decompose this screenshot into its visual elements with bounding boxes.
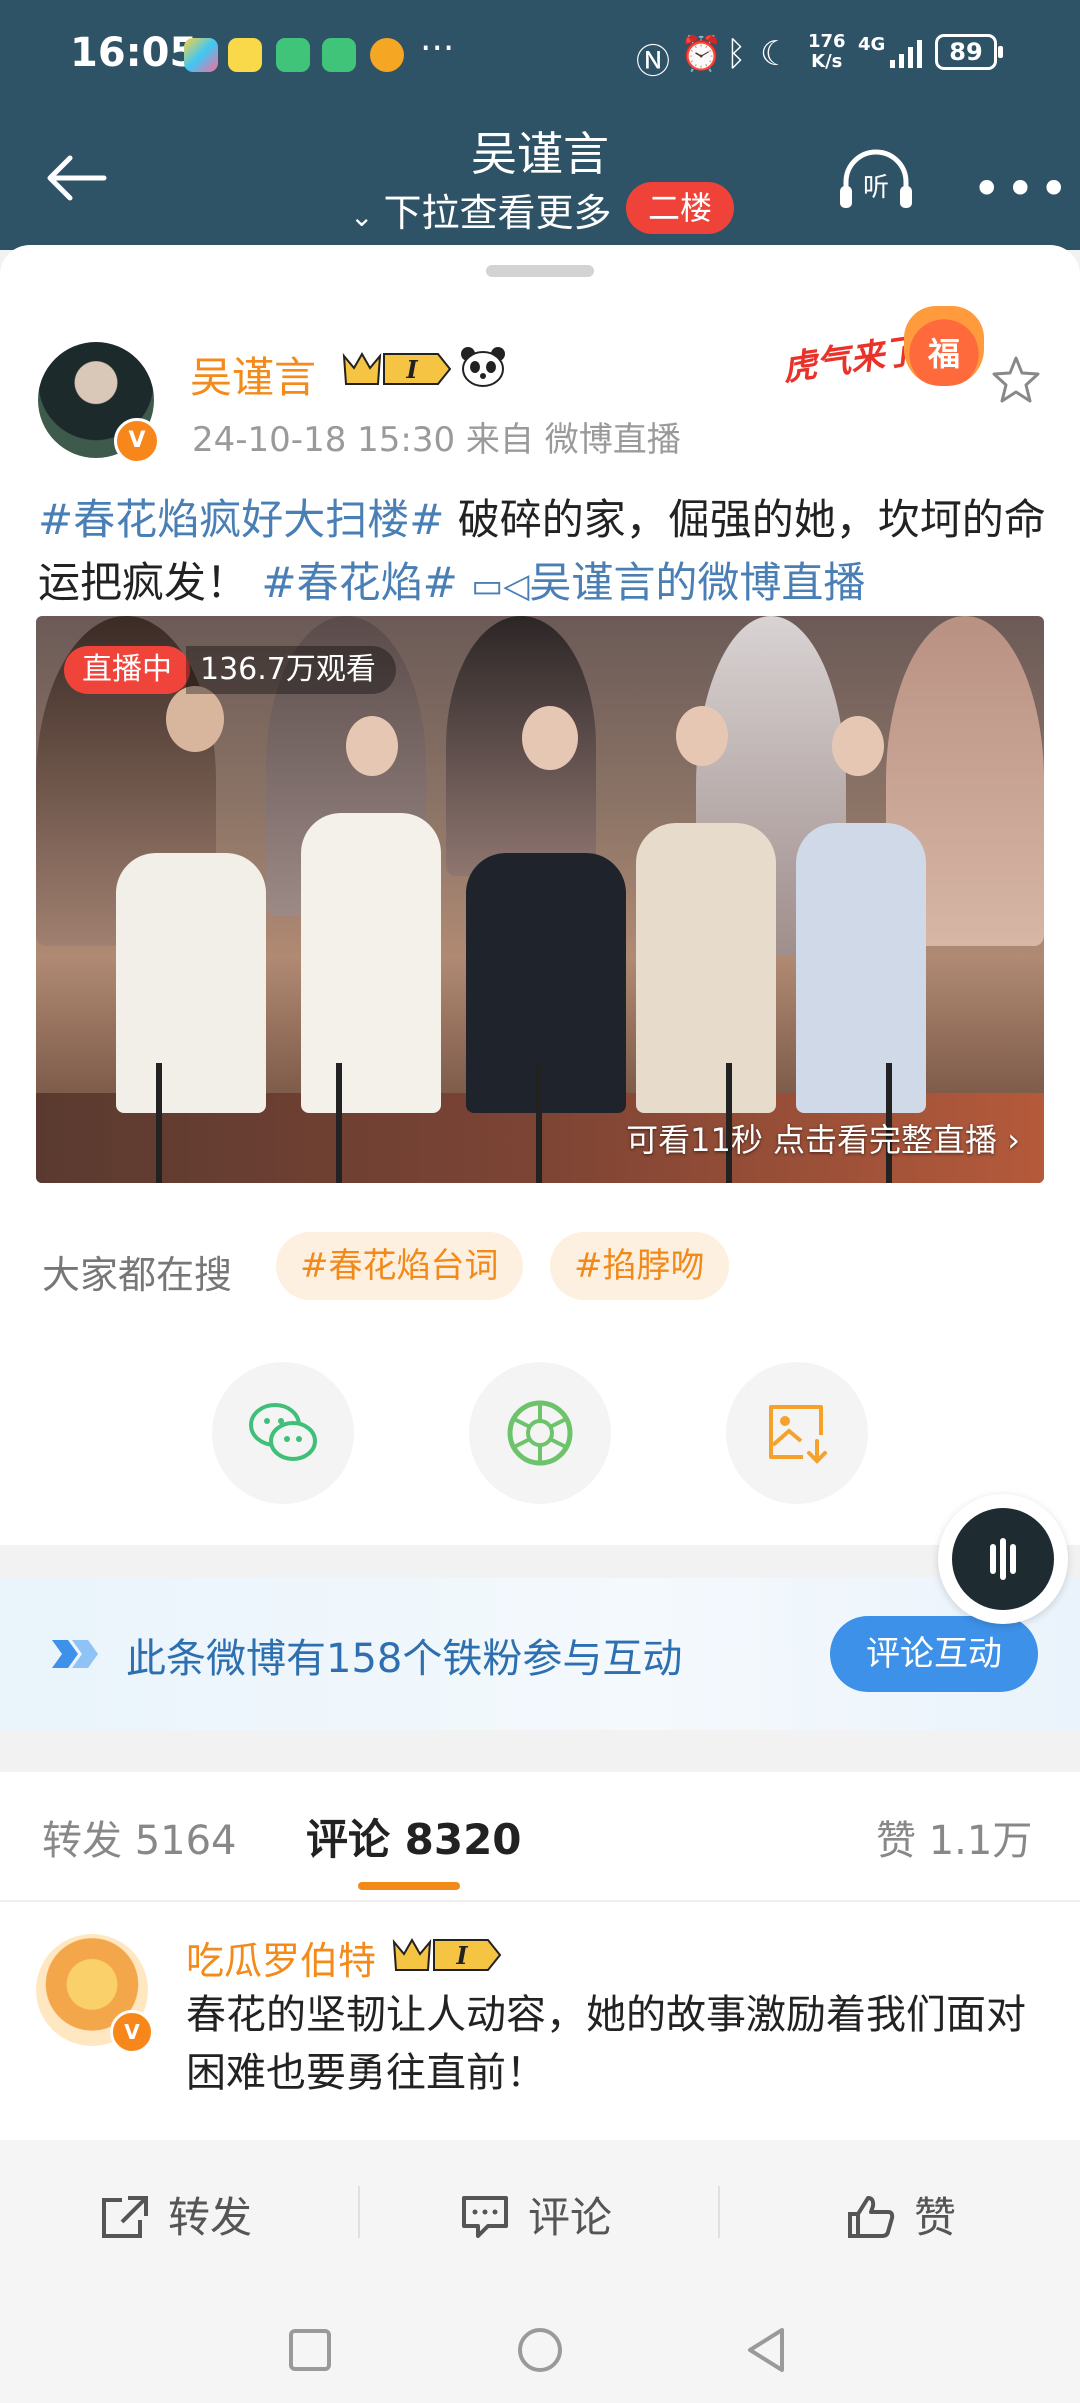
system-nav-bar <box>0 2292 1080 2403</box>
guest-head <box>522 706 578 770</box>
guest-figure <box>116 853 266 1113</box>
svg-text:I: I <box>455 1941 468 1970</box>
thumbs-up-icon <box>848 2196 895 2238</box>
live-link[interactable]: ▭◁吴谨言的微博直播 <box>471 558 865 607</box>
pull-down-hint[interactable]: ⌄ 下拉查看更多 <box>350 182 611 237</box>
game-notification-icon <box>228 38 262 72</box>
live-badge: 直播中 <box>64 646 190 694</box>
hashtag-link[interactable]: #春花焰疯好大扫楼# <box>38 495 444 544</box>
app-notification-icon <box>184 38 218 72</box>
comment-icon <box>462 2196 508 2238</box>
page-title: 吴谨言 <box>471 127 609 181</box>
hashtag-link[interactable]: #春花焰# <box>261 558 457 607</box>
guest-head <box>676 706 728 766</box>
lucky-paw-icon: 福 <box>904 306 984 386</box>
listen-label: 听 <box>863 173 889 203</box>
more-options-icon[interactable]: ••• <box>972 160 1072 218</box>
save-image-button[interactable] <box>726 1362 868 1504</box>
post-meta: 24-10-18 15:30 来自 微博直播 <box>192 420 681 460</box>
panda-icon <box>461 347 505 387</box>
network-speed: 176 K/s <box>808 31 846 72</box>
tab-comment[interactable]: 评论 8320 <box>306 1806 522 1867</box>
top-header: 16:05 ··· Ⓝ ⏰ ᛒ ☾ 176 K/s 4G 89 吴谨言 ⌄ 下拉查… <box>0 0 1080 250</box>
live-viewer-count: 136.7万观看 <box>186 646 396 694</box>
save-image-icon <box>769 1405 827 1464</box>
network-type: 4G <box>858 34 886 55</box>
guest-figure <box>466 853 626 1113</box>
floating-player-thumbnail <box>952 1508 1054 1610</box>
stool-leg <box>536 1063 542 1183</box>
verified-badge: V <box>114 418 160 464</box>
divider <box>718 2186 720 2238</box>
fans-interaction-icon <box>52 1640 98 1668</box>
guest-head <box>832 716 884 776</box>
battery-indicator: 89 <box>935 34 1003 70</box>
share-wechat-button[interactable] <box>212 1362 354 1504</box>
commenter-name[interactable]: 吃瓜罗伯特 <box>186 1930 376 1985</box>
status-time: 16:05 <box>70 30 198 76</box>
more-notifications-icon: ··· <box>420 28 455 69</box>
recent-apps-icon[interactable] <box>288 2328 332 2372</box>
share-moments-button[interactable] <box>469 1362 611 1504</box>
sports2-notification-icon <box>322 38 356 72</box>
repost-button[interactable]: 转发 <box>100 2184 252 2245</box>
audio-wave-icon <box>990 1538 1016 1580</box>
guest-figure <box>636 823 776 1113</box>
do-not-disturb-icon: ☾ <box>760 34 791 74</box>
watch-full-live-link[interactable]: 可看11秒 点击看完整直播 › <box>626 1115 1020 1161</box>
bluetooth-icon: ᛒ <box>726 34 747 74</box>
video-camera-icon: ▭◁ <box>471 566 530 606</box>
listen-headphones-icon[interactable]: 听 <box>836 148 916 212</box>
fans-interaction-text: 此条微博有158个铁粉参与互动 <box>126 1636 683 1682</box>
trending-search-label: 大家都在搜 <box>42 1253 233 1297</box>
fan-level-badge: I <box>392 1937 502 1971</box>
signal-icon <box>890 40 922 68</box>
weibo-notification-icon <box>370 38 404 72</box>
comment-button[interactable]: 评论 <box>460 2184 612 2245</box>
sports-notification-icon <box>276 38 310 72</box>
guest-figure <box>301 813 441 1113</box>
moments-icon <box>507 1400 573 1466</box>
stool-leg <box>156 1063 162 1183</box>
like-button[interactable]: 赞 <box>846 2184 956 2245</box>
tiger-event-badge[interactable]: 虎气来了 福 <box>780 296 992 406</box>
svg-text:I: I <box>405 355 418 384</box>
repost-icon <box>102 2196 148 2238</box>
divider <box>358 2186 360 2238</box>
tiger-badge-text: 虎气来了 <box>780 330 921 390</box>
guest-figure <box>796 823 926 1113</box>
post-text: #春花焰疯好大扫楼# 破碎的家，倔强的她，坎坷的命运把疯发！ #春花焰# ▭◁吴… <box>38 488 1048 618</box>
chevron-down-icon: ⌄ <box>350 200 374 233</box>
stool-leg <box>336 1063 342 1183</box>
fan-level-badge: I <box>342 351 452 385</box>
comment-text: 春花的坚韧让人动容，她的故事激励着我们面对困难也要勇往直前！ <box>186 1992 1026 2096</box>
trending-chip[interactable]: #掐脖吻 <box>550 1232 729 1300</box>
guest-head <box>346 716 398 776</box>
favorite-star-icon[interactable] <box>990 354 1042 406</box>
active-tab-indicator <box>358 1882 460 1890</box>
verified-badge: V <box>110 2010 154 2054</box>
guest-head <box>166 686 224 752</box>
floating-live-player[interactable] <box>938 1494 1068 1624</box>
home-icon[interactable] <box>516 2326 564 2374</box>
comment-interact-button[interactable]: 评论互动 <box>830 1616 1038 1692</box>
drag-handle[interactable] <box>486 265 594 277</box>
alarm-icon: ⏰ <box>680 34 723 74</box>
back-triangle-icon[interactable] <box>744 2326 788 2374</box>
tab-repost[interactable]: 转发 5164 <box>42 1808 237 1866</box>
trending-chip[interactable]: #春花焰台词 <box>276 1232 523 1300</box>
floor-badge[interactable]: 二楼 <box>626 182 735 234</box>
nfc-icon: Ⓝ <box>636 42 670 82</box>
wechat-icon <box>249 1403 317 1461</box>
live-stream-thumbnail[interactable]: 直播中 136.7万观看 可看11秒 点击看完整直播 › <box>36 616 1044 1183</box>
author-name[interactable]: 吴谨言 <box>190 344 316 405</box>
tab-like[interactable]: 赞 1.1万 <box>876 1808 1032 1866</box>
status-bar: 16:05 ··· Ⓝ ⏰ ᛒ ☾ 176 K/s 4G 89 <box>0 0 1080 110</box>
